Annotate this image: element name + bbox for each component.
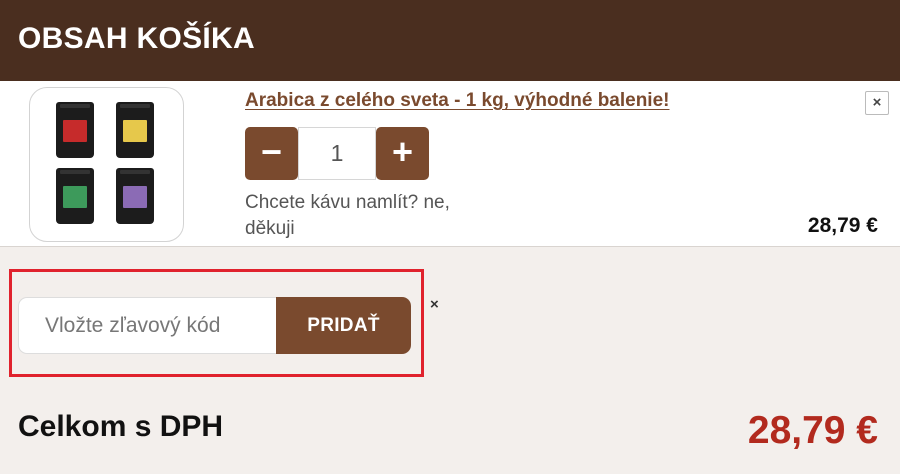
item-price: 28,79 € [807,214,878,237]
coffee-bag-green-icon [56,168,94,224]
cart-header: OBSAH KOŠÍKA [0,0,900,81]
coffee-bag-purple-icon [116,168,154,224]
quantity-increase-button[interactable]: + [376,127,429,180]
apply-coupon-button[interactable]: PRIDAŤ [276,297,411,354]
quantity-decrease-button[interactable]: − [245,127,298,180]
product-name-link[interactable]: Arabica z celého sveta - 1 kg, výhodné b… [245,90,670,112]
remove-item-button[interactable]: × [865,91,889,115]
coffee-bag-red-icon [56,102,94,158]
cart-item: Arabica z celého sveta - 1 kg, výhodné b… [0,81,900,247]
quantity-input[interactable] [298,127,376,180]
total-label: Celkom s DPH [18,410,224,443]
coupon-code-input[interactable] [18,297,278,354]
grind-option-note: Chcete kávu namlít? ne, děkuji [245,192,450,239]
coffee-bag-yellow-icon [116,102,154,158]
close-coupon-icon[interactable]: × [430,296,439,313]
cart-title: OBSAH KOŠÍKA [18,22,255,55]
total-price: 28,79 € [747,409,878,452]
product-image[interactable] [29,87,184,242]
